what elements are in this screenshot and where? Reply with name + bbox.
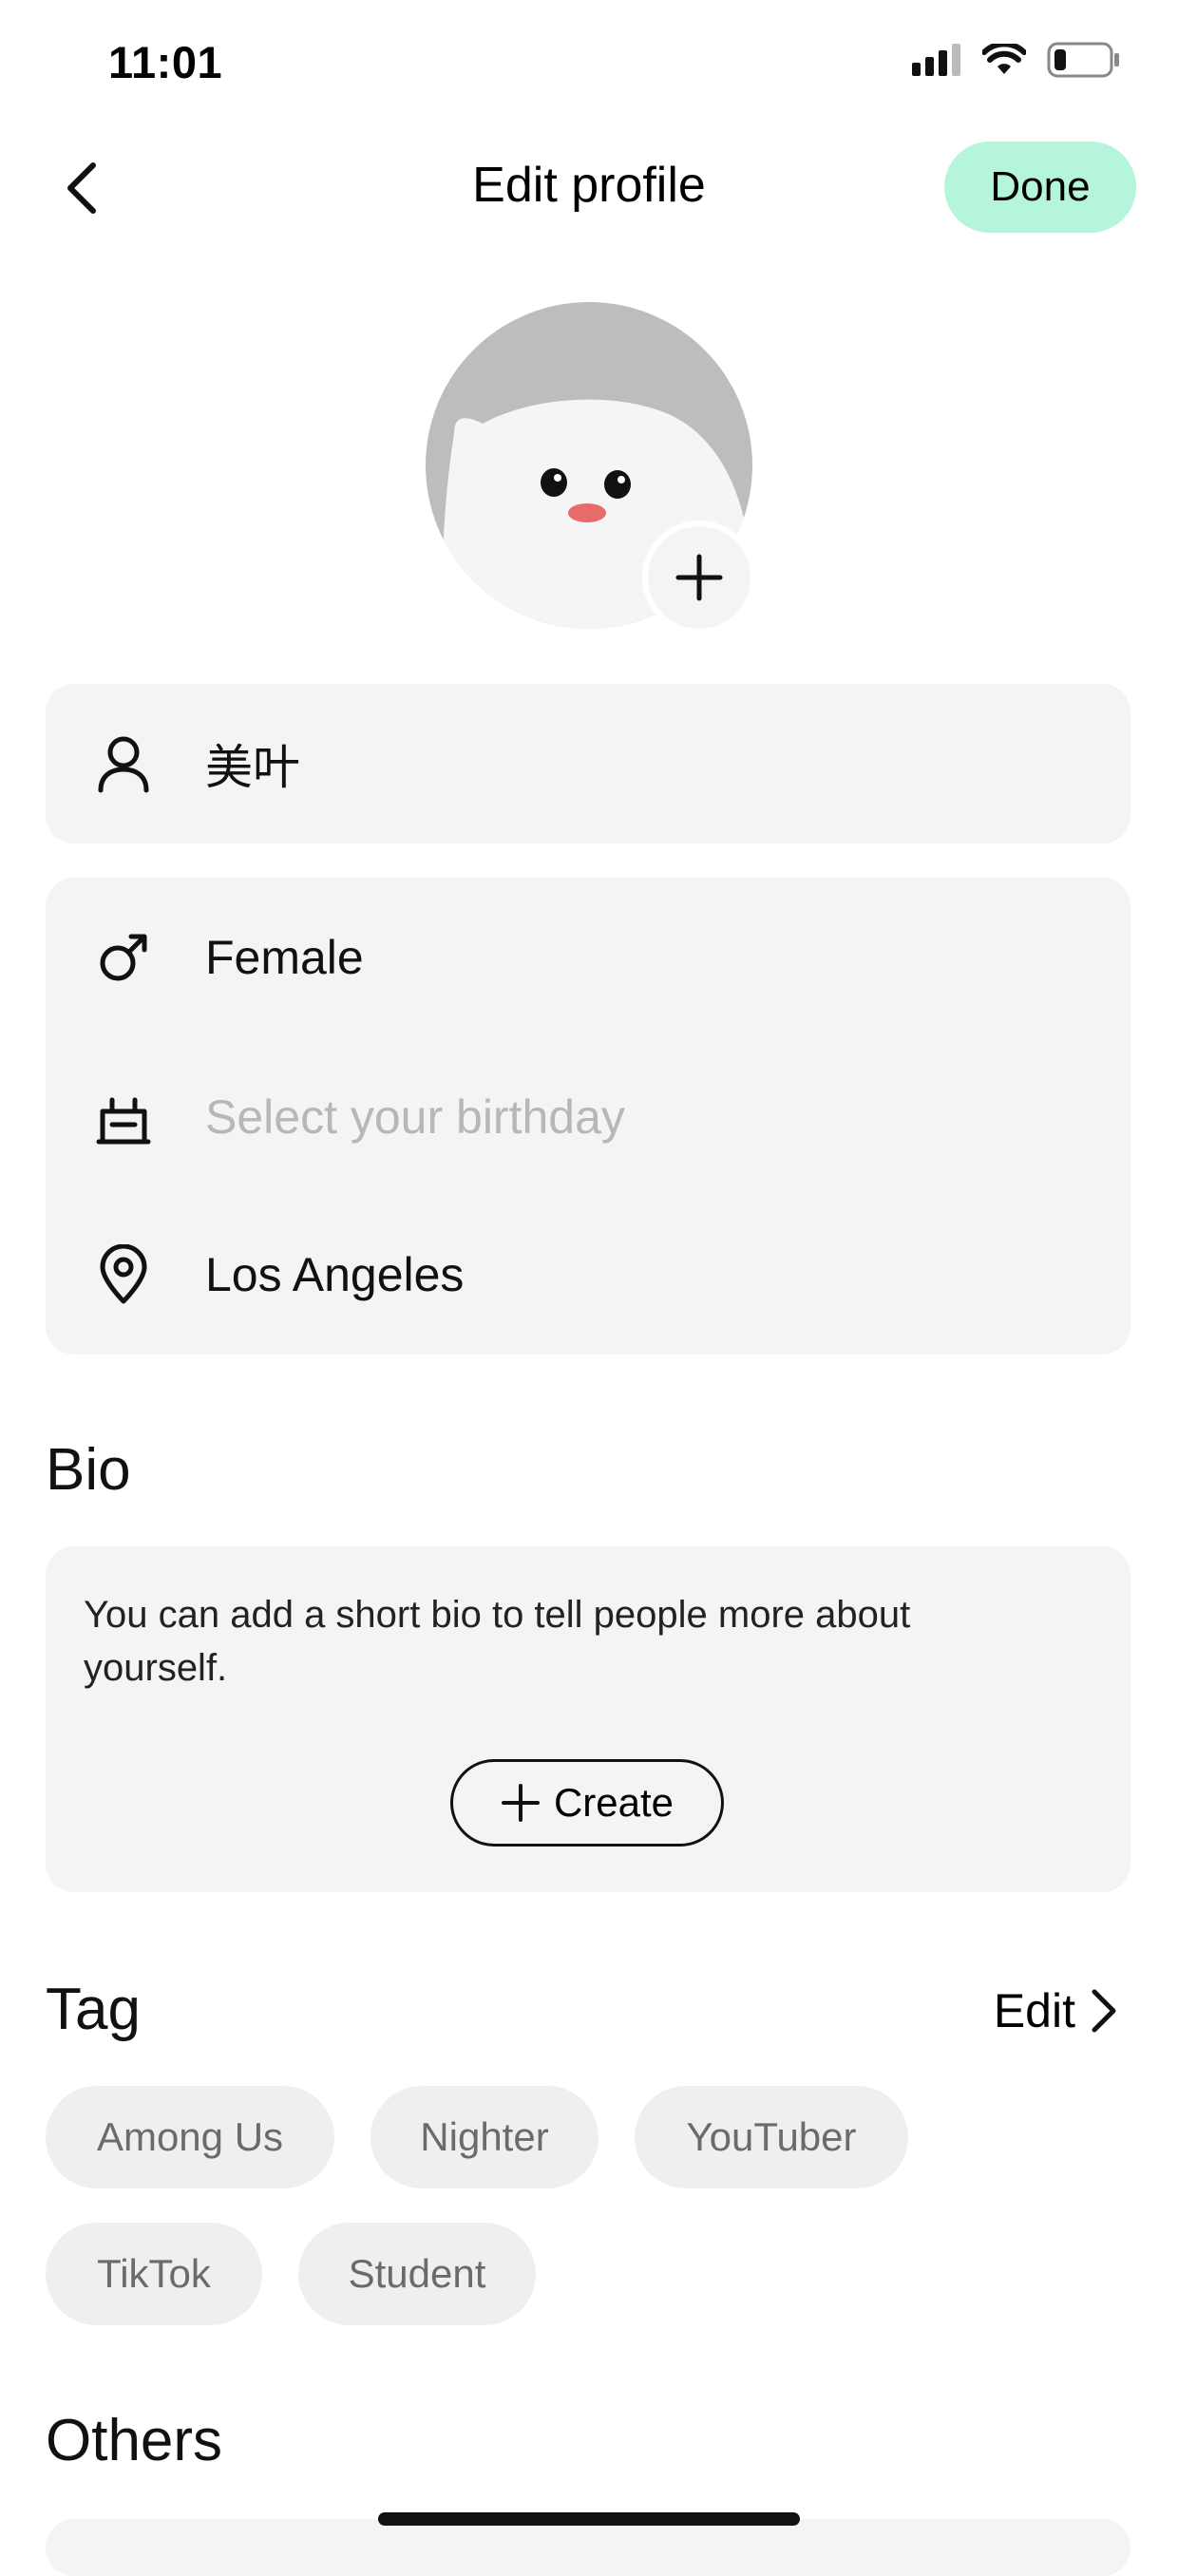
battery-icon bbox=[1047, 42, 1119, 78]
tag-chip[interactable]: YouTuber bbox=[635, 2086, 908, 2188]
name-card: 美叶 bbox=[46, 684, 1130, 843]
others-card bbox=[46, 2519, 1130, 2576]
edit-tags-label: Edit bbox=[993, 1984, 1075, 2037]
add-avatar-button[interactable] bbox=[642, 521, 756, 635]
location-row[interactable]: Los Angeles bbox=[46, 1195, 1130, 1354]
signal-icon bbox=[912, 44, 960, 76]
name-row[interactable]: 美叶 bbox=[46, 684, 1130, 843]
done-button[interactable]: Done bbox=[944, 142, 1136, 233]
create-bio-button[interactable]: Create bbox=[450, 1759, 724, 1847]
info-card: Female Select your birthday Los Angeles bbox=[46, 878, 1130, 1354]
add-icon bbox=[675, 554, 723, 601]
cake-icon bbox=[93, 1087, 154, 1147]
name-value: 美叶 bbox=[205, 741, 300, 794]
tag-heading: Tag bbox=[46, 1977, 141, 2042]
status-time: 11:01 bbox=[108, 37, 223, 87]
bio-heading: Bio bbox=[46, 1437, 131, 1503]
create-bio-label: Create bbox=[553, 1780, 674, 1825]
others-heading: Others bbox=[46, 2408, 223, 2473]
birthday-row[interactable]: Select your birthday bbox=[46, 1037, 1130, 1197]
add-icon bbox=[501, 1784, 540, 1822]
location-value: Los Angeles bbox=[205, 1248, 465, 1301]
bio-description: You can add a short bio to tell people m… bbox=[84, 1594, 911, 1689]
chevron-right-icon bbox=[1092, 1989, 1116, 2033]
home-indicator bbox=[378, 2512, 800, 2526]
tag-chip[interactable]: TikTok bbox=[46, 2223, 262, 2325]
person-icon bbox=[93, 733, 154, 794]
gender-row[interactable]: Female bbox=[46, 878, 1130, 1037]
male-symbol-icon bbox=[93, 927, 154, 988]
tag-chip[interactable]: Nighter bbox=[370, 2086, 598, 2188]
wifi-icon bbox=[982, 44, 1026, 74]
gender-value: Female bbox=[205, 931, 364, 984]
location-pin-icon bbox=[93, 1244, 154, 1305]
birthday-placeholder: Select your birthday bbox=[205, 1090, 625, 1144]
tag-chip[interactable]: Student bbox=[298, 2223, 536, 2325]
status-icons bbox=[912, 42, 1121, 78]
tag-chip[interactable]: Among Us bbox=[46, 2086, 334, 2188]
edit-tags-button[interactable]: Edit bbox=[994, 1983, 1117, 2038]
